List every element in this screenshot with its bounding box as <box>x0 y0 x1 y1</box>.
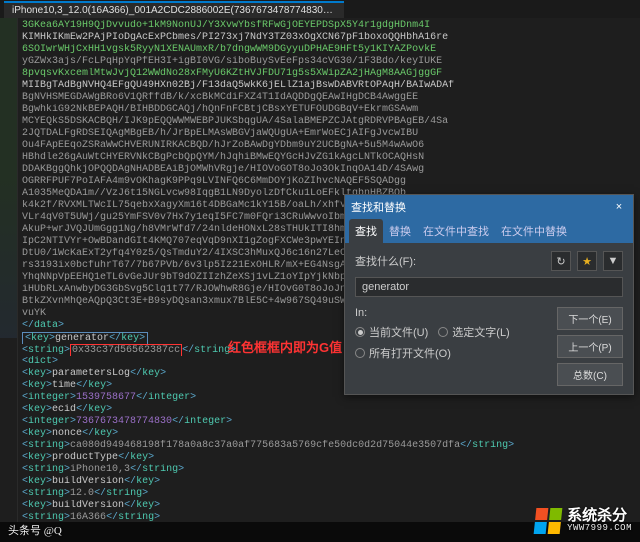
dropdown-icon[interactable]: ▼ <box>603 251 623 271</box>
scope-radio[interactable]: 当前文件(U) <box>355 324 428 340</box>
find-replace-dialog[interactable]: 查找和替换 × 查找替换在文件中查找在文件中替换 查找什么(F): ↻ ★ ▼ … <box>344 194 634 395</box>
dialog-tabs: 查找替换在文件中查找在文件中替换 <box>345 219 633 243</box>
code-line: BgwhkiG92NkBEPAQH/BIHBDDGCAQj/hQnFnFCBtj… <box>22 104 636 116</box>
code-line: <string>ca080d949468198f178a0a8c37a0af77… <box>22 440 636 452</box>
code-line: HBhdle26gAuWtCHYERVNkCBgPcbQpQYM/hJqhiBM… <box>22 152 636 164</box>
count-button[interactable]: 总数(C) <box>557 363 623 386</box>
dialog-tab[interactable]: 替换 <box>383 219 417 243</box>
windows-logo-icon <box>534 508 563 534</box>
radio-label: 所有打开文件(O) <box>369 345 451 361</box>
code-line: <string>12.0</string> <box>22 488 636 500</box>
file-tab[interactable]: iPhone10,3_12.0(16A366)_001A2CDC2886002E… <box>4 1 344 18</box>
code-line: 6SOIwrWHjCxHH1vgsk5RyyN1XENAUmxR/b7dngwW… <box>22 44 636 56</box>
code-line: <key>buildVersion</key> <box>22 476 636 488</box>
radio-icon <box>438 327 448 337</box>
radio-icon <box>355 327 365 337</box>
code-line: <integer>7367673478774830</integer> <box>22 416 636 428</box>
code-line: <string>iPhone10,3</string> <box>22 464 636 476</box>
code-line: 3GKea6AY19H9QjDvvudo+1kM9NonUJ/Y3XvwYbsf… <box>22 20 636 32</box>
code-line: MIIBgTAdBgNVHQ4EFgQU49HXn02Bj/F13daQ5wkK… <box>22 80 636 92</box>
file-tab-label: iPhone10,3_12.0(16A366)_001A2CDC2886002E… <box>12 5 344 16</box>
radio-icon <box>355 348 365 358</box>
red-annotation-text: 红色框框内即为G值 <box>228 337 342 356</box>
favorite-icon[interactable]: ★ <box>577 251 597 271</box>
dialog-title-text: 查找和替换 <box>351 199 406 215</box>
code-line: yGZWx3ajs/FcLPqHpYqPfEH3I+igBI0VG/siboBu… <box>22 56 636 68</box>
find-next-button[interactable]: 下一个(E) <box>557 307 623 330</box>
code-line: <key>ecid</key> <box>22 404 636 416</box>
code-line: MCYEQkS5DSKACBQH/IJK9pEQQWWMWEBPJUKSbqgU… <box>22 116 636 128</box>
search-input[interactable] <box>355 277 623 297</box>
watermark-url: YWW7999.COM <box>567 524 632 533</box>
dialog-tab[interactable]: 在文件中替换 <box>495 219 573 243</box>
find-prev-button[interactable]: 上一个(P) <box>557 335 623 358</box>
dialog-tab[interactable]: 查找 <box>349 219 383 243</box>
search-label: 查找什么(F): <box>355 253 416 269</box>
gutter <box>0 18 18 522</box>
code-line: 8pvqsvKxcemlMtwJvjQ12WWdNo28xFMyU6KZtHVJ… <box>22 68 636 80</box>
scope-radio[interactable]: 所有打开文件(O) <box>355 345 451 361</box>
dialog-titlebar[interactable]: 查找和替换 × <box>345 195 633 219</box>
history-icon[interactable]: ↻ <box>551 251 571 271</box>
scope-radio[interactable]: 选定文字(L) <box>438 324 509 340</box>
code-line: <key>nonce</key> <box>22 428 636 440</box>
dialog-tab[interactable]: 在文件中查找 <box>417 219 495 243</box>
code-line: <key>productType</key> <box>22 452 636 464</box>
source-attribution: 头条号 @Q <box>8 522 62 538</box>
window-titlebar: iPhone10,3_12.0(16A366)_001A2CDC2886002E… <box>0 0 640 18</box>
radio-label: 当前文件(U) <box>369 324 428 340</box>
code-line: Ou4FApEEqoZSRaWwCHVERUNIRKACBQD/hJrZoBAw… <box>22 140 636 152</box>
fold-region <box>0 18 17 338</box>
code-line: DDAKBggQhkjOPQQDAgNHADBEAiBjOMWhVRgje/HI… <box>22 164 636 176</box>
code-line: 2JQTDALFgRDSEIQAgMBgEB/h/JrBpELMAsWBGVja… <box>22 128 636 140</box>
code-line: KIMHkIKmEw2PAjPIoDgAcExPCbmes/PI273xj7Nd… <box>22 32 636 44</box>
watermark-text-cn: 系统杀分 <box>567 509 632 524</box>
dialog-close-icon[interactable]: × <box>611 201 627 213</box>
radio-label: 选定文字(L) <box>452 324 509 340</box>
code-line: OGRRFPUF7PoIAFA4m9vOKhagK9PPq9LVINFQ6C6M… <box>22 176 636 188</box>
watermark: 系统杀分 YWW7999.COM <box>535 508 632 534</box>
code-line: BgNVHSMEGDAWgBRo6V1QRffdB/k/xcBkMCdiFXZ4… <box>22 92 636 104</box>
in-label: In: <box>355 307 547 319</box>
